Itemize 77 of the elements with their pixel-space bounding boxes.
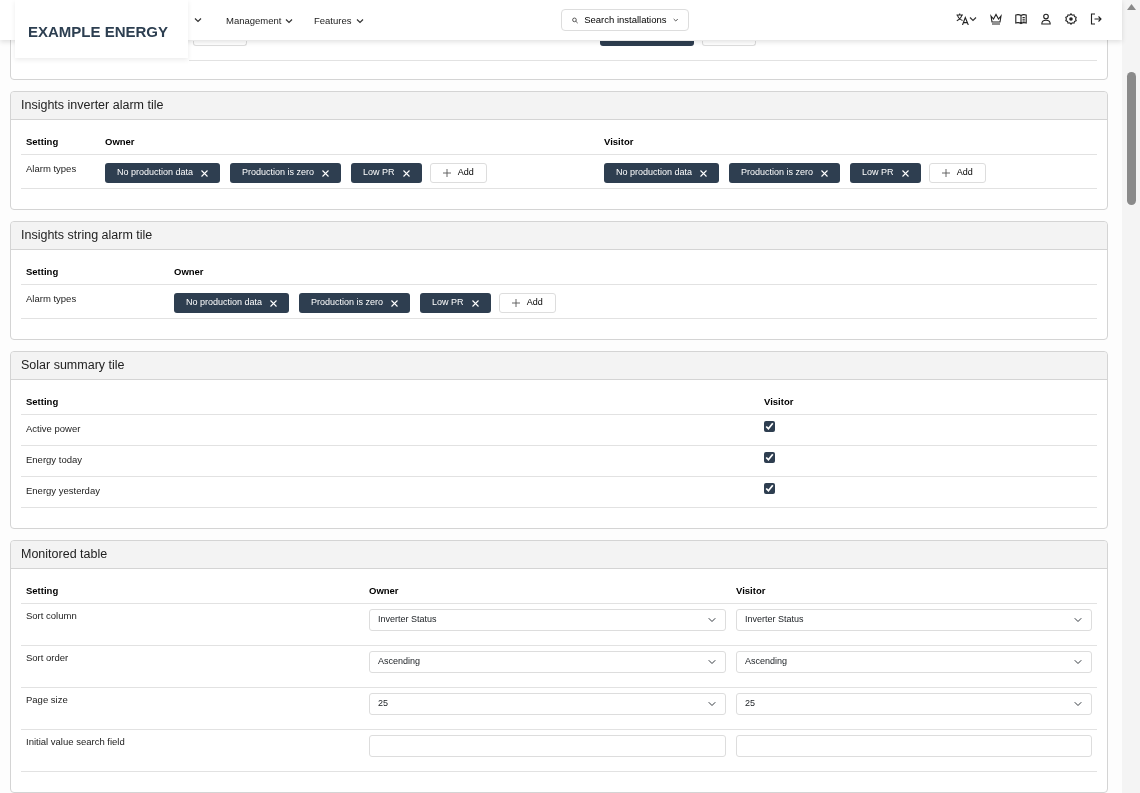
crown-icon[interactable] <box>990 13 1002 25</box>
logout-icon[interactable] <box>1090 13 1102 25</box>
setting-label: Sort column <box>26 610 77 621</box>
user-icon[interactable] <box>1040 13 1052 25</box>
setting-label: Energy today <box>26 454 82 465</box>
add-button[interactable]: Add <box>928 163 986 183</box>
nav-menu[interactable]: Management <box>226 14 294 29</box>
column-header: Setting <box>21 579 364 604</box>
setting-label: Sort order <box>26 652 69 663</box>
search-button[interactable]: Search installations <box>561 9 689 31</box>
search-icon <box>572 15 579 25</box>
scroll-up-icon[interactable] <box>1126 4 1136 10</box>
card-title: Monitored table <box>11 541 1107 569</box>
checkbox[interactable] <box>764 452 775 463</box>
close-icon[interactable] <box>700 169 708 177</box>
scrollbar-thumb[interactable] <box>1126 72 1136 205</box>
settings-icon[interactable] <box>1065 13 1077 25</box>
language-button[interactable] <box>956 13 977 25</box>
caret-icon[interactable] <box>194 17 202 23</box>
book-icon[interactable] <box>1015 13 1027 25</box>
column-header: Visitor <box>759 390 1097 415</box>
close-icon[interactable] <box>821 169 829 177</box>
caret-icon <box>285 18 294 25</box>
caret-icon <box>672 17 678 23</box>
dropdown[interactable]: 25 <box>369 693 726 715</box>
tag[interactable]: No production data <box>105 163 221 183</box>
text-field[interactable] <box>736 735 1092 757</box>
tag[interactable]: Low PR <box>420 293 491 313</box>
tag[interactable]: Low PR <box>850 163 921 183</box>
caret-icon <box>355 18 364 25</box>
tag[interactable]: No production data <box>174 293 290 313</box>
close-icon[interactable] <box>201 169 209 177</box>
setting-label: Alarm types <box>26 293 77 304</box>
dropdown[interactable]: 25 <box>736 693 1092 715</box>
dropdown[interactable]: Inverter Status <box>369 609 726 631</box>
tag[interactable]: Low PR <box>351 163 422 183</box>
tag[interactable]: Production is zero <box>299 293 411 313</box>
logo[interactable]: EXAMPLE ENERGY <box>28 20 169 44</box>
text-field[interactable] <box>369 735 726 757</box>
nav-menu[interactable]: Features <box>314 14 364 29</box>
dropdown[interactable]: Ascending <box>369 651 726 673</box>
close-icon[interactable] <box>901 169 909 177</box>
add-button[interactable]: Add <box>498 293 556 313</box>
column-header: Visitor <box>731 579 1097 604</box>
dropdown[interactable]: Inverter Status <box>736 609 1092 631</box>
card-title: Insights string alarm tile <box>11 222 1107 250</box>
setting-label: Initial value search field <box>26 736 125 747</box>
column-header: Setting <box>21 390 759 415</box>
checkbox[interactable] <box>764 483 775 494</box>
add-button[interactable]: Add <box>429 163 487 183</box>
setting-label: Page size <box>26 694 68 705</box>
close-icon[interactable] <box>471 299 479 307</box>
plus-icon <box>941 169 950 177</box>
tag[interactable]: Production is zero <box>230 163 342 183</box>
card-title: Solar summary tile <box>11 352 1107 380</box>
tag[interactable]: Production is zero <box>729 163 841 183</box>
close-icon[interactable] <box>322 169 330 177</box>
tag[interactable]: No production data <box>604 163 720 183</box>
column-header: Owner <box>169 260 1097 285</box>
translate-icon <box>956 13 969 25</box>
setting-label: Active power <box>26 423 81 434</box>
column-header: Owner <box>100 130 599 155</box>
setting-label: Energy yesterday <box>26 485 100 496</box>
checkbox[interactable] <box>764 421 775 432</box>
caret-icon <box>969 16 977 22</box>
close-icon[interactable] <box>270 299 278 307</box>
column-header: Owner <box>364 579 731 604</box>
column-header: Setting <box>21 130 100 155</box>
column-header: Visitor <box>599 130 1097 155</box>
close-icon[interactable] <box>402 169 410 177</box>
plus-icon <box>511 299 520 307</box>
column-header: Setting <box>21 260 169 285</box>
plus-icon <box>442 169 451 177</box>
dropdown[interactable]: Ascending <box>736 651 1092 673</box>
setting-label: Alarm types <box>26 163 77 174</box>
card-title: Insights inverter alarm tile <box>11 92 1107 120</box>
close-icon[interactable] <box>391 299 399 307</box>
